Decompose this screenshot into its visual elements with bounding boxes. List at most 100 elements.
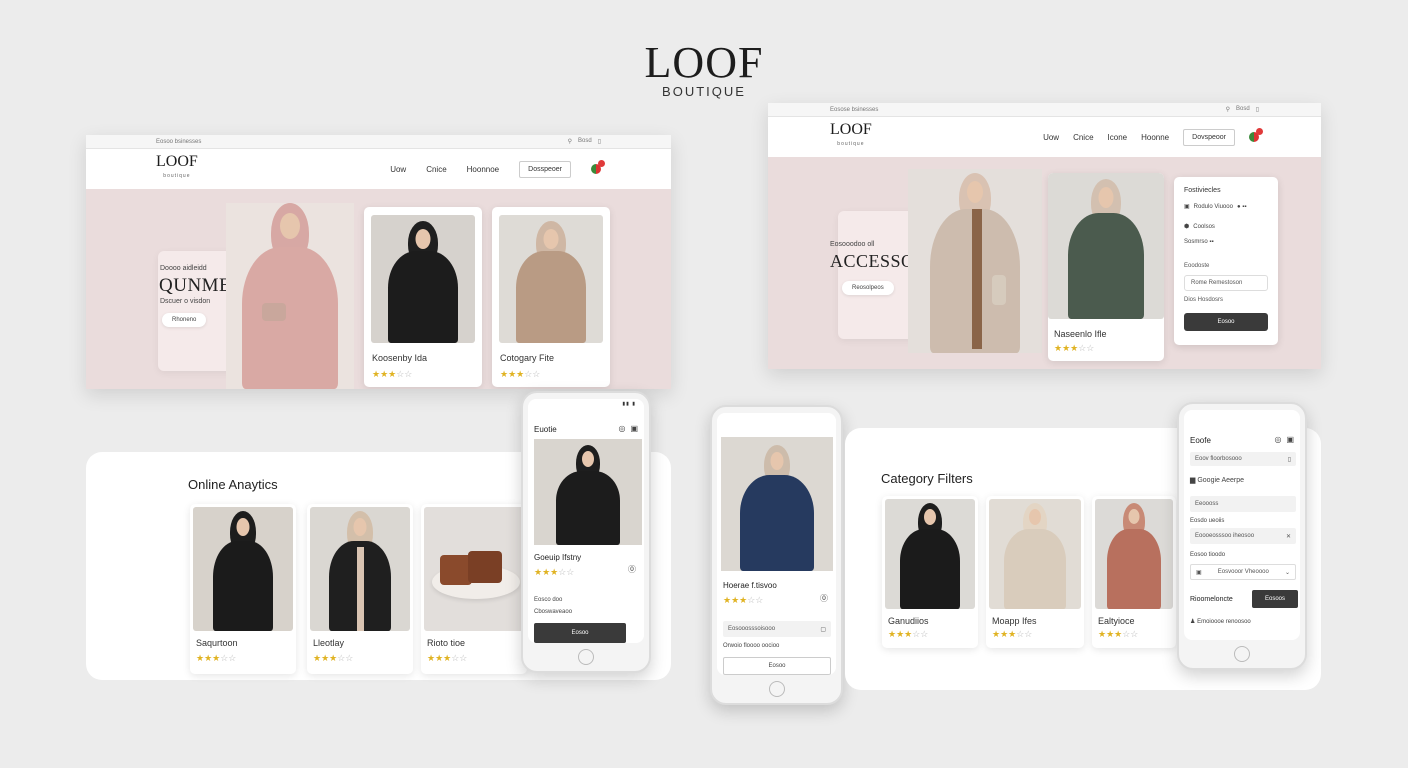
- hero-button[interactable]: Reosolpeos: [842, 281, 894, 295]
- cart-icon[interactable]: ▣: [1286, 435, 1294, 444]
- nav-link-3[interactable]: Icone: [1108, 133, 1128, 142]
- phone-title: Euotie: [534, 425, 557, 434]
- nav-link-4[interactable]: Hoonne: [1141, 133, 1169, 142]
- hero-button[interactable]: Rhoneno: [162, 313, 207, 327]
- status-bar: ▮▮ ▮: [622, 401, 636, 407]
- home-button[interactable]: [768, 681, 785, 697]
- main-nav: LOOF boutique Uow Cnice Icone Hoonne Dov…: [768, 117, 1321, 157]
- product-image: [193, 507, 293, 631]
- cart-icon[interactable]: ▯: [598, 138, 601, 145]
- product-card[interactable]: Rioto tioe ★★★☆☆: [421, 504, 527, 674]
- product-card[interactable]: Koosenby Ida ★★★☆☆: [364, 207, 482, 387]
- home-button[interactable]: [1234, 646, 1250, 662]
- site-logo-text: LOOF: [830, 121, 872, 138]
- product-name: Cotogary Fite: [500, 353, 555, 363]
- top-bar-text: Eosoo bsinesses: [156, 138, 202, 145]
- apply-filters-button[interactable]: Eosoos: [1252, 590, 1298, 608]
- footer-text: Emoioooe renoosoo: [1197, 619, 1251, 625]
- add-to-cart-button[interactable]: Eosoo: [534, 623, 626, 643]
- rating-stars: ★★★☆☆: [1098, 629, 1139, 639]
- filter-option[interactable]: ⬢ Coolsos: [1184, 223, 1215, 231]
- filter-option[interactable]: Sosmrso ▪▪: [1184, 239, 1214, 245]
- product-card[interactable]: Cotogary Fite ★★★☆☆: [492, 207, 610, 387]
- apply-button[interactable]: Eosoo: [1184, 313, 1268, 331]
- hero-section: Eosooodoo oll ACCESSORES Reosolpeos Nase…: [768, 157, 1321, 369]
- filter-option[interactable]: ▆ Googie Aeerpe: [1190, 476, 1244, 484]
- user-icon: ♟: [1190, 619, 1196, 625]
- filter-label: Eoodoste: [1184, 263, 1210, 269]
- product-name: Moapp Ifes: [992, 616, 1037, 626]
- product-card[interactable]: Lleotlay ★★★☆☆: [307, 504, 413, 674]
- product-card[interactable]: Moapp Ifes ★★★☆☆: [986, 496, 1084, 648]
- filter-label: Dios Hosdosrs: [1184, 297, 1224, 303]
- filter-label: Eosoo tioodo: [1190, 552, 1226, 558]
- nav-link-1[interactable]: Uow: [1043, 133, 1059, 142]
- location-icon[interactable]: ◎: [618, 424, 625, 433]
- filter-field[interactable]: Eeoooss: [1190, 496, 1296, 512]
- phone-mockup-product: ▮▮ ▮ Euotie ◎ ▣ Goeuip Ifstny ★★★☆☆ ⓪ Eo…: [521, 391, 651, 673]
- hero-caption: Dscuer o visdon: [160, 298, 211, 305]
- filter-option-label: Sosmrso ▪▪: [1184, 239, 1214, 245]
- nav-button[interactable]: Dovspeoor: [1183, 128, 1235, 146]
- top-bar-link[interactable]: Bosd: [1236, 106, 1250, 113]
- store-icon: ▆: [1190, 477, 1196, 484]
- phone-mockup-detail: Hoerae f.tisvoo ★★★☆☆ ⓪ Eosooosssoisooo …: [710, 405, 843, 705]
- product-image: [371, 215, 475, 343]
- top-bar-link[interactable]: Bosd: [578, 138, 592, 145]
- product-image: [989, 499, 1081, 609]
- close-icon: ✕: [1285, 533, 1291, 540]
- location-icon[interactable]: ◎: [1274, 435, 1281, 444]
- nav-button[interactable]: Dosspeoer: [519, 160, 571, 178]
- home-button[interactable]: [578, 649, 594, 665]
- search-input[interactable]: Eoov floorbosooo ▯: [1190, 452, 1296, 466]
- filter-select-value: Eoooeosssoo iheosoo: [1195, 533, 1255, 539]
- filter-title: Fostiviecles: [1184, 187, 1221, 194]
- calendar-icon: ▢: [820, 626, 826, 633]
- filter-panel: Fostiviecles ▣ Rodulo Viuooo ● ▪▪ ⬢ Cool…: [1174, 177, 1278, 345]
- filter-input[interactable]: Rome Remestoson: [1184, 275, 1268, 291]
- section-title: Category Filters: [881, 471, 973, 486]
- nav-link-1[interactable]: Uow: [390, 165, 406, 174]
- rating-stars: ★★★☆☆: [196, 653, 237, 663]
- search-icon[interactable]: ⚲: [568, 138, 572, 145]
- site-logo[interactable]: LOOF boutique: [830, 121, 872, 151]
- hero-model-image: [226, 203, 354, 389]
- filter-select[interactable]: ▣ Eosvooor Vheoooo ⌄: [1190, 564, 1296, 580]
- info-icon[interactable]: ⓪: [628, 564, 636, 575]
- product-card[interactable]: Ganudiios ★★★☆☆: [882, 496, 978, 648]
- language-flag-icon[interactable]: [1249, 128, 1263, 142]
- desktop-mockup-accessories: Eosose bsinesses ⚲ Bosd ▯ LOOF boutique …: [768, 103, 1321, 369]
- language-flag-icon[interactable]: [591, 160, 605, 174]
- search-icon[interactable]: ⚲: [1226, 106, 1230, 113]
- hero-eyebrow: Doooo aidleidd: [160, 265, 207, 272]
- add-to-cart-button[interactable]: Eosoo: [723, 657, 831, 675]
- filter-option[interactable]: ▣ Rodulo Viuooo ● ▪▪: [1184, 203, 1246, 211]
- site-logo[interactable]: LOOF boutique: [156, 154, 198, 183]
- size-select[interactable]: Eosooosssoisooo ▢: [723, 621, 831, 637]
- site-logo-sub: boutique: [163, 173, 191, 179]
- filter-select[interactable]: Eoooeosssoo iheosoo ✕: [1190, 528, 1296, 544]
- detail-text: Orwoio floooo oocioo: [723, 643, 780, 649]
- phone-screen: Hoerae f.tisvoo ★★★☆☆ ⓪ Eosooosssoisooo …: [717, 413, 836, 675]
- rating-stars: ★★★☆☆: [534, 567, 575, 577]
- nav-link-2[interactable]: Cnice: [426, 165, 446, 174]
- nav-link-2[interactable]: Cnice: [1073, 133, 1093, 142]
- product-name: Hoerae f.tisvoo: [723, 581, 777, 590]
- product-name: Koosenby Ida: [372, 353, 428, 363]
- hero-section: Doooo aidleidd QUNMERGY Dscuer o visdon …: [86, 189, 671, 389]
- phone-title: Eoofe: [1190, 436, 1211, 445]
- product-card[interactable]: Naseenlo Ifle ★★★☆☆: [1048, 173, 1164, 361]
- product-name: Lleotlay: [313, 638, 345, 648]
- footer-row[interactable]: ♟ Emoioooe renoosoo: [1190, 618, 1251, 625]
- info-icon[interactable]: ⓪: [820, 593, 828, 604]
- product-image: [499, 215, 603, 343]
- phone-screen: ▮▮ ▮ Euotie ◎ ▣ Goeuip Ifstny ★★★☆☆ ⓪ Eo…: [528, 399, 644, 643]
- product-image: [310, 507, 410, 631]
- brand-header: LOOF BOUTIQUE: [0, 40, 1408, 100]
- cart-icon[interactable]: ▣: [630, 424, 638, 433]
- nav-link-3[interactable]: Hoonnoe: [467, 165, 499, 174]
- detail-text: Cboswaveaoo: [534, 609, 573, 615]
- product-card[interactable]: Ealtyioce ★★★☆☆: [1092, 496, 1176, 648]
- cart-icon[interactable]: ▯: [1256, 106, 1259, 113]
- product-card[interactable]: Saqurtoon ★★★☆☆: [190, 504, 296, 674]
